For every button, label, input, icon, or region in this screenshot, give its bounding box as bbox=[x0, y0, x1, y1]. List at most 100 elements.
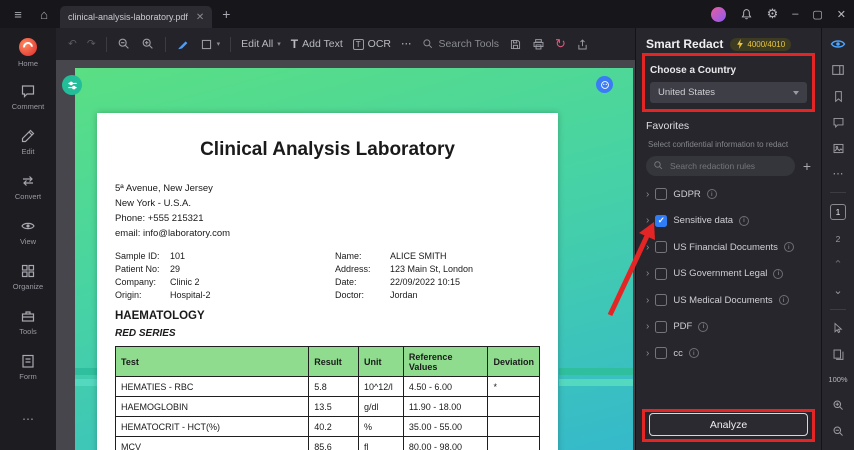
shape-tool-button[interactable]: ▾ bbox=[200, 38, 220, 51]
address-line: email: info@laboratory.com bbox=[115, 228, 231, 239]
print-icon[interactable] bbox=[532, 38, 545, 51]
add-rule-button[interactable]: + bbox=[803, 158, 811, 174]
notifications-bell-icon[interactable] bbox=[740, 8, 753, 21]
comments-panel-icon[interactable] bbox=[832, 115, 845, 130]
table-row: HEMATOCRIT - HCT(%) 40.2% 35.00 - 55.00 bbox=[114, 416, 540, 437]
rule-checkbox[interactable] bbox=[655, 294, 668, 307]
sidebar-label: Tools bbox=[19, 327, 37, 336]
preview-eye-icon[interactable] bbox=[830, 36, 846, 52]
search-rules-input[interactable] bbox=[646, 156, 795, 176]
info-icon[interactable]: i bbox=[706, 189, 717, 200]
ocr-button[interactable]: T OCR bbox=[352, 38, 391, 50]
info-icon[interactable]: i bbox=[773, 268, 784, 279]
rule-checkbox[interactable] bbox=[655, 214, 668, 227]
sidebar-item-organize[interactable]: Organize bbox=[0, 263, 56, 308]
close-button[interactable]: ✕ bbox=[837, 8, 846, 21]
info-icon[interactable]: i bbox=[698, 321, 709, 332]
sidebar-item-comment[interactable]: Comment bbox=[0, 83, 56, 128]
edit-all-button[interactable]: Edit All ▾ bbox=[241, 38, 281, 50]
undo-button[interactable]: ↶ bbox=[68, 38, 77, 50]
sidebar-item-edit[interactable]: Edit bbox=[0, 128, 56, 173]
address-line: Phone: +555 215321 bbox=[115, 213, 204, 224]
redo-button[interactable]: ↷ bbox=[87, 38, 96, 50]
rule-checkbox[interactable] bbox=[655, 241, 668, 254]
document-area[interactable]: Clinical Analysis Laboratory 5ª Avenue, … bbox=[56, 60, 635, 450]
page-up-icon[interactable]: ⌃ bbox=[833, 257, 842, 272]
panel-subtitle: Select confidential information to redac… bbox=[648, 140, 789, 149]
rule-item-sensitive-data[interactable]: › Sensitive data i bbox=[636, 208, 821, 235]
bookmark-icon[interactable] bbox=[832, 89, 845, 104]
avatar[interactable] bbox=[710, 6, 726, 22]
rule-checkbox[interactable] bbox=[655, 347, 668, 360]
panel-layout-icon[interactable] bbox=[831, 63, 845, 78]
highlighter-pen-icon[interactable] bbox=[176, 37, 190, 51]
info-icon[interactable]: i bbox=[778, 295, 789, 306]
comment-icon bbox=[21, 85, 35, 98]
rule-item-cc[interactable]: › cc i bbox=[636, 340, 821, 367]
rule-label: PDF bbox=[673, 321, 693, 333]
new-tab-button[interactable]: + bbox=[222, 6, 230, 22]
tab-close-icon[interactable]: ✕ bbox=[196, 12, 204, 23]
document-tab[interactable]: clinical-analysis-laboratory.pdf ✕ bbox=[60, 6, 213, 28]
zoom-level[interactable]: 100% bbox=[828, 372, 847, 387]
rule-item-us-government-legal[interactable]: › US Government Legal i bbox=[636, 261, 821, 288]
thumbnails-icon[interactable] bbox=[832, 141, 845, 156]
rule-item-gdpr[interactable]: › GDPR i bbox=[636, 181, 821, 208]
patient-info: Sample ID: 101 Patient No: 29 Company: Clin… bbox=[115, 251, 474, 300]
maximize-button[interactable]: ▢ bbox=[812, 8, 822, 21]
country-select[interactable]: United States bbox=[650, 82, 807, 103]
next-page-number[interactable]: 2 bbox=[836, 231, 841, 246]
right-tool-strip: ⋯ 1 2 ⌃ ⌄ 100% bbox=[821, 28, 854, 450]
rule-item-us-medical[interactable]: › US Medical Documents i bbox=[636, 287, 821, 314]
ai-assistant-button[interactable] bbox=[596, 76, 613, 93]
rule-item-us-financial[interactable]: › US Financial Documents i bbox=[636, 234, 821, 261]
home-icon[interactable]: ⌂ bbox=[34, 7, 54, 22]
expand-chevron-icon[interactable]: › bbox=[646, 189, 649, 200]
toolbar: ↶ ↷ ▾ Edit All ▾ T Add Text T OCR ⋯ Sear… bbox=[56, 28, 635, 60]
zoom-in-icon[interactable] bbox=[141, 37, 155, 51]
save-icon[interactable] bbox=[509, 38, 522, 51]
sidebar-item-view[interactable]: View bbox=[0, 218, 56, 263]
info-icon[interactable]: i bbox=[783, 242, 794, 253]
rule-checkbox[interactable] bbox=[655, 320, 668, 333]
search-icon bbox=[422, 39, 432, 49]
expand-chevron-icon[interactable]: › bbox=[646, 242, 649, 253]
page-down-icon[interactable]: ⌄ bbox=[833, 283, 842, 298]
sidebar-item-convert[interactable]: Convert bbox=[0, 173, 56, 218]
sidebar-label: Edit bbox=[21, 147, 35, 156]
sidebar-more-icon[interactable]: ⋯ bbox=[22, 412, 34, 426]
add-text-button[interactable]: T Add Text bbox=[291, 37, 343, 51]
page-decorative-stripe bbox=[75, 379, 97, 386]
menu-icon[interactable]: ≡ bbox=[8, 7, 28, 22]
minimize-button[interactable]: – bbox=[792, 8, 798, 20]
zoom-in-icon[interactable] bbox=[832, 398, 845, 413]
current-page-indicator[interactable]: 1 bbox=[830, 204, 846, 221]
expand-chevron-icon[interactable]: › bbox=[646, 215, 649, 226]
page-settings-button[interactable] bbox=[62, 75, 82, 95]
sidebar-item-tools[interactable]: Tools bbox=[0, 308, 56, 353]
toolbar-more-icon[interactable]: ⋯ bbox=[401, 38, 412, 50]
pointer-tool-icon[interactable] bbox=[832, 321, 844, 336]
sidebar-item-home[interactable]: Home bbox=[0, 38, 56, 83]
expand-chevron-icon[interactable]: › bbox=[646, 295, 649, 306]
share-icon[interactable] bbox=[576, 38, 589, 51]
expand-chevron-icon[interactable]: › bbox=[646, 321, 649, 332]
pages-icon[interactable] bbox=[832, 347, 845, 362]
document-title: Clinical Analysis Laboratory bbox=[200, 139, 455, 160]
analyze-button[interactable]: Analyze bbox=[649, 413, 808, 436]
pdf-editor-window: ≡ ⌂ clinical-analysis-laboratory.pdf ✕ +… bbox=[0, 0, 854, 450]
rule-item-pdf[interactable]: › PDF i bbox=[636, 314, 821, 341]
strip-more-icon[interactable]: ⋯ bbox=[833, 166, 844, 181]
refresh-icon[interactable]: ↻ bbox=[555, 36, 566, 52]
expand-chevron-icon[interactable]: › bbox=[646, 348, 649, 359]
info-icon[interactable]: i bbox=[739, 215, 750, 226]
sidebar-item-form[interactable]: Form bbox=[0, 353, 56, 398]
settings-gear-icon[interactable]: ⚙ bbox=[767, 6, 779, 22]
rule-checkbox[interactable] bbox=[655, 188, 668, 201]
zoom-out-icon[interactable] bbox=[117, 37, 131, 51]
zoom-out-icon[interactable] bbox=[832, 424, 845, 439]
expand-chevron-icon[interactable]: › bbox=[646, 268, 649, 279]
info-icon[interactable]: i bbox=[688, 348, 699, 359]
rule-checkbox[interactable] bbox=[655, 267, 668, 280]
search-tools-button[interactable]: Search Tools bbox=[422, 38, 499, 50]
